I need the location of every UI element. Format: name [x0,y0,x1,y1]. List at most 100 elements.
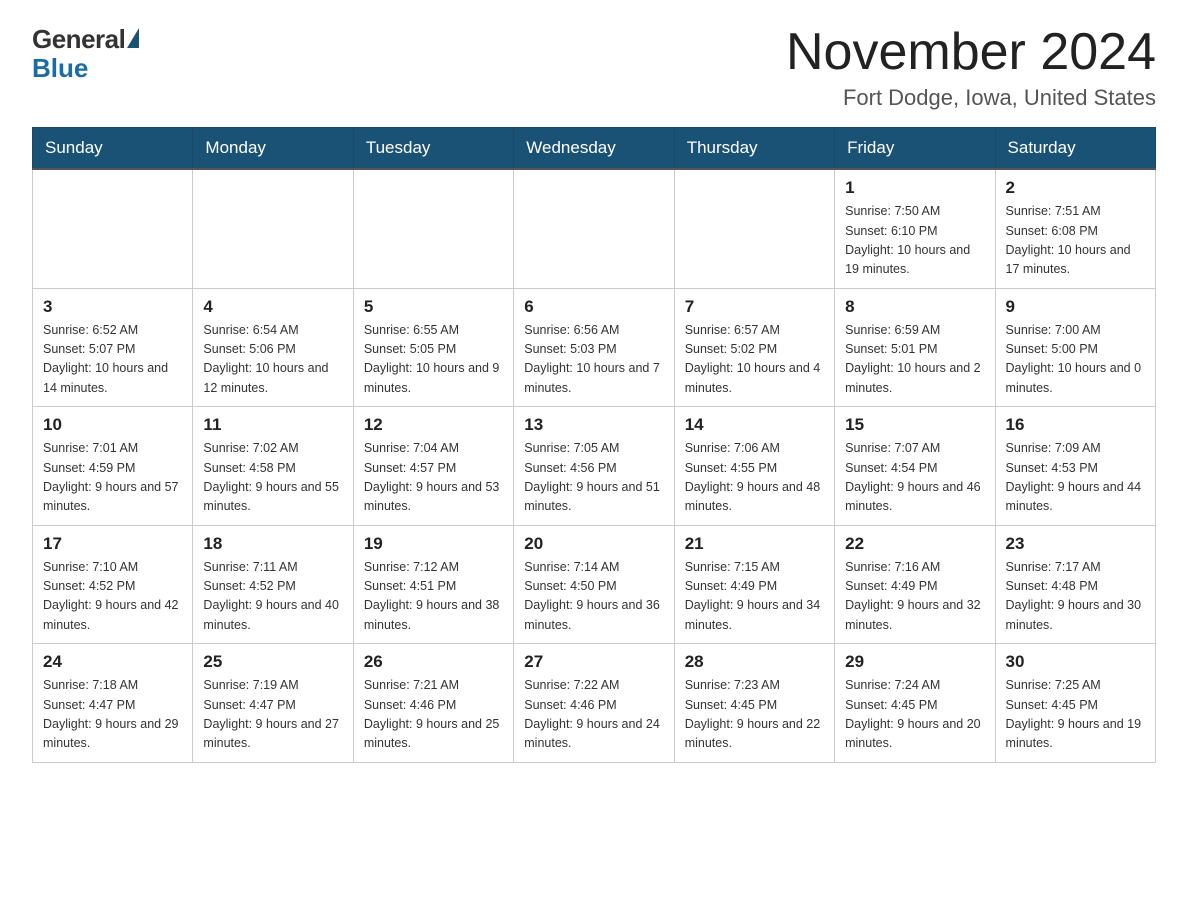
day-number: 29 [845,652,984,672]
day-info: Sunrise: 6:54 AMSunset: 5:06 PMDaylight:… [203,321,342,399]
table-row: 15 Sunrise: 7:07 AMSunset: 4:54 PMDaylig… [835,407,995,526]
table-row: 30 Sunrise: 7:25 AMSunset: 4:45 PMDaylig… [995,644,1155,763]
day-info: Sunrise: 7:15 AMSunset: 4:49 PMDaylight:… [685,558,824,636]
day-number: 1 [845,178,984,198]
table-row: 20 Sunrise: 7:14 AMSunset: 4:50 PMDaylig… [514,525,674,644]
day-info: Sunrise: 7:17 AMSunset: 4:48 PMDaylight:… [1006,558,1145,636]
day-number: 30 [1006,652,1145,672]
day-info: Sunrise: 7:23 AMSunset: 4:45 PMDaylight:… [685,676,824,754]
logo-blue-text: Blue [32,53,88,84]
day-info: Sunrise: 7:25 AMSunset: 4:45 PMDaylight:… [1006,676,1145,754]
day-info: Sunrise: 7:50 AMSunset: 6:10 PMDaylight:… [845,202,984,280]
day-number: 22 [845,534,984,554]
col-monday: Monday [193,128,353,170]
day-number: 11 [203,415,342,435]
location-title: Fort Dodge, Iowa, United States [786,85,1156,111]
table-row: 13 Sunrise: 7:05 AMSunset: 4:56 PMDaylig… [514,407,674,526]
table-row: 3 Sunrise: 6:52 AMSunset: 5:07 PMDayligh… [33,288,193,407]
table-row: 25 Sunrise: 7:19 AMSunset: 4:47 PMDaylig… [193,644,353,763]
col-sunday: Sunday [33,128,193,170]
table-row: 21 Sunrise: 7:15 AMSunset: 4:49 PMDaylig… [674,525,834,644]
table-row: 4 Sunrise: 6:54 AMSunset: 5:06 PMDayligh… [193,288,353,407]
logo[interactable]: General Blue [32,24,139,84]
calendar-week-row: 17 Sunrise: 7:10 AMSunset: 4:52 PMDaylig… [33,525,1156,644]
calendar-week-row: 3 Sunrise: 6:52 AMSunset: 5:07 PMDayligh… [33,288,1156,407]
day-number: 3 [43,297,182,317]
day-info: Sunrise: 7:09 AMSunset: 4:53 PMDaylight:… [1006,439,1145,517]
table-row: 28 Sunrise: 7:23 AMSunset: 4:45 PMDaylig… [674,644,834,763]
day-info: Sunrise: 7:06 AMSunset: 4:55 PMDaylight:… [685,439,824,517]
day-number: 9 [1006,297,1145,317]
logo-general-text: General [32,24,125,55]
table-row [193,169,353,288]
day-number: 16 [1006,415,1145,435]
table-row: 9 Sunrise: 7:00 AMSunset: 5:00 PMDayligh… [995,288,1155,407]
day-number: 14 [685,415,824,435]
day-number: 21 [685,534,824,554]
day-number: 5 [364,297,503,317]
day-info: Sunrise: 7:10 AMSunset: 4:52 PMDaylight:… [43,558,182,636]
day-info: Sunrise: 7:07 AMSunset: 4:54 PMDaylight:… [845,439,984,517]
day-info: Sunrise: 7:02 AMSunset: 4:58 PMDaylight:… [203,439,342,517]
day-info: Sunrise: 6:59 AMSunset: 5:01 PMDaylight:… [845,321,984,399]
table-row [514,169,674,288]
day-info: Sunrise: 7:12 AMSunset: 4:51 PMDaylight:… [364,558,503,636]
day-info: Sunrise: 7:21 AMSunset: 4:46 PMDaylight:… [364,676,503,754]
day-info: Sunrise: 7:22 AMSunset: 4:46 PMDaylight:… [524,676,663,754]
day-number: 7 [685,297,824,317]
day-info: Sunrise: 6:52 AMSunset: 5:07 PMDaylight:… [43,321,182,399]
day-number: 8 [845,297,984,317]
table-row [674,169,834,288]
day-number: 4 [203,297,342,317]
table-row: 5 Sunrise: 6:55 AMSunset: 5:05 PMDayligh… [353,288,513,407]
day-info: Sunrise: 7:24 AMSunset: 4:45 PMDaylight:… [845,676,984,754]
day-info: Sunrise: 7:05 AMSunset: 4:56 PMDaylight:… [524,439,663,517]
table-row: 29 Sunrise: 7:24 AMSunset: 4:45 PMDaylig… [835,644,995,763]
day-number: 18 [203,534,342,554]
table-row: 12 Sunrise: 7:04 AMSunset: 4:57 PMDaylig… [353,407,513,526]
day-number: 12 [364,415,503,435]
day-number: 26 [364,652,503,672]
col-tuesday: Tuesday [353,128,513,170]
day-info: Sunrise: 7:04 AMSunset: 4:57 PMDaylight:… [364,439,503,517]
day-info: Sunrise: 7:11 AMSunset: 4:52 PMDaylight:… [203,558,342,636]
day-number: 28 [685,652,824,672]
table-row: 6 Sunrise: 6:56 AMSunset: 5:03 PMDayligh… [514,288,674,407]
col-friday: Friday [835,128,995,170]
table-row: 1 Sunrise: 7:50 AMSunset: 6:10 PMDayligh… [835,169,995,288]
table-row [353,169,513,288]
day-number: 13 [524,415,663,435]
calendar-week-row: 1 Sunrise: 7:50 AMSunset: 6:10 PMDayligh… [33,169,1156,288]
table-row: 27 Sunrise: 7:22 AMSunset: 4:46 PMDaylig… [514,644,674,763]
page-header: General Blue November 2024 Fort Dodge, I… [32,24,1156,111]
day-info: Sunrise: 7:51 AMSunset: 6:08 PMDaylight:… [1006,202,1145,280]
table-row: 19 Sunrise: 7:12 AMSunset: 4:51 PMDaylig… [353,525,513,644]
title-block: November 2024 Fort Dodge, Iowa, United S… [786,24,1156,111]
table-row: 16 Sunrise: 7:09 AMSunset: 4:53 PMDaylig… [995,407,1155,526]
day-number: 24 [43,652,182,672]
day-number: 10 [43,415,182,435]
month-title: November 2024 [786,24,1156,81]
col-thursday: Thursday [674,128,834,170]
col-wednesday: Wednesday [514,128,674,170]
day-info: Sunrise: 7:14 AMSunset: 4:50 PMDaylight:… [524,558,663,636]
day-number: 19 [364,534,503,554]
day-number: 25 [203,652,342,672]
table-row: 11 Sunrise: 7:02 AMSunset: 4:58 PMDaylig… [193,407,353,526]
table-row: 24 Sunrise: 7:18 AMSunset: 4:47 PMDaylig… [33,644,193,763]
table-row: 10 Sunrise: 7:01 AMSunset: 4:59 PMDaylig… [33,407,193,526]
table-row: 22 Sunrise: 7:16 AMSunset: 4:49 PMDaylig… [835,525,995,644]
day-number: 27 [524,652,663,672]
day-info: Sunrise: 7:00 AMSunset: 5:00 PMDaylight:… [1006,321,1145,399]
day-info: Sunrise: 7:18 AMSunset: 4:47 PMDaylight:… [43,676,182,754]
table-row [33,169,193,288]
table-row: 18 Sunrise: 7:11 AMSunset: 4:52 PMDaylig… [193,525,353,644]
day-number: 15 [845,415,984,435]
day-info: Sunrise: 7:01 AMSunset: 4:59 PMDaylight:… [43,439,182,517]
calendar-table: Sunday Monday Tuesday Wednesday Thursday… [32,127,1156,763]
col-saturday: Saturday [995,128,1155,170]
table-row: 14 Sunrise: 7:06 AMSunset: 4:55 PMDaylig… [674,407,834,526]
table-row: 8 Sunrise: 6:59 AMSunset: 5:01 PMDayligh… [835,288,995,407]
logo-triangle-icon [127,28,139,48]
day-info: Sunrise: 7:19 AMSunset: 4:47 PMDaylight:… [203,676,342,754]
